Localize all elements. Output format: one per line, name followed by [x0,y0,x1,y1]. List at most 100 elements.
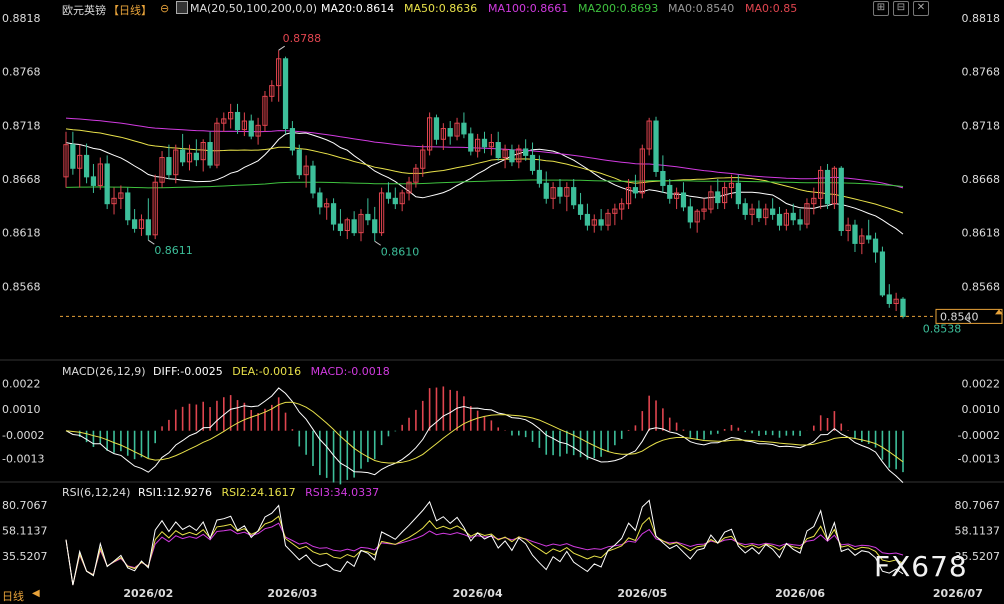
candle-body [282,58,289,130]
candle-body [660,170,666,186]
price-axis-tick: 0.8568 [962,280,1001,293]
candle-body [571,187,577,206]
rsi1-line [65,499,904,586]
ma0b-value: MA0:0.85 [745,2,798,15]
rsi3-line [65,522,904,586]
price-axis-tick: 0.8668 [962,173,1001,186]
candle-body [468,133,474,152]
macd-axis-tick: -0.0002 [2,429,44,442]
candle-body [310,165,316,194]
panel-add-icon[interactable]: ⊞ [873,1,889,16]
panel-remove-icon[interactable]: ⊟ [893,1,909,16]
candle-body [180,149,186,163]
rsi-axis-tick: 80.7067 [2,499,48,512]
candle-body [317,192,323,208]
rsi-panel [65,499,904,586]
rsi-axis-tick: 35.5207 [2,550,48,563]
macd-value: MACD:-0.0018 [310,365,390,378]
price-annotation: 0.8610 [381,245,420,258]
macd-axis-tick: 0.0022 [962,377,1001,390]
axis-labels: 0.8818 0.88180.8768 0.87680.8718 0.87180.86… [2,12,1000,600]
macd-axis-tick: -0.0002 [958,429,1000,442]
candle-body [687,206,693,223]
date-axis-tick: 2026/02 [123,587,173,600]
price-axis-tick: 0.8768 [962,66,1001,79]
price-axis-tick: 0.8718 [2,119,41,132]
candle-body [296,149,302,176]
ma-settings-icon[interactable] [176,1,188,14]
price-annotation: 0.8538 [923,323,962,336]
macd-diff: DIFF:-0.0025 [153,365,223,378]
candle-body [742,203,748,215]
candle-body [529,154,536,171]
candle-body [90,176,97,186]
candle-body [131,219,138,229]
ma0a-value: MA0:0.8540 [668,2,735,15]
candle-body [433,117,440,140]
candle-body [83,154,90,178]
candle-body [680,192,687,208]
rsi2-value: RSI2:24.1617 [221,486,296,499]
candle-body [536,169,543,184]
indicator-header: 欧元英镑 【日线】 ⊖ MA(20,50,100,200,0,0) MA20:0… [0,0,1004,18]
macd-diff-line [65,387,904,483]
candle-body [207,142,213,166]
candle-body [447,128,453,137]
price-axis-tick: 0.8668 [2,173,41,186]
candle-body [543,182,549,199]
candle-body [351,219,357,234]
candle-body [166,157,172,176]
candle-body [365,213,371,221]
price-axis-tick: 0.8568 [2,280,41,293]
candle-body [852,224,858,244]
candle-body [824,169,831,205]
candle-body [776,213,783,226]
period-label[interactable]: 【日线】 [108,2,152,18]
candle-body [234,111,241,131]
ma100-value: MA100:0.8661 [488,2,569,15]
candle-body [392,197,398,205]
footer-arrow-icon[interactable]: ◀ [32,588,40,599]
date-axis-tick: 2026/06 [775,587,825,600]
candle-body [193,152,199,161]
candle-body [715,191,721,204]
candle-body [289,128,296,151]
ma50-value: MA50:0.8636 [404,2,478,15]
candle-body [735,182,741,205]
rsi3-value: RSI3:34.0337 [305,486,380,499]
price-annotation: 0.8788 [283,32,322,45]
candle-body [632,187,639,194]
macd-header: MACD(26,12,9) DIFF:-0.0025 DEA:-0.0016 M… [62,365,390,378]
watermark-logo: FX678 [874,550,968,583]
candle-body [70,144,76,169]
symbol-label: 欧元英镑 [62,4,106,17]
candle-body [495,142,501,159]
macd-dea-line [65,401,904,464]
ma20-value: MA20:0.8614 [321,2,395,15]
period-footer-label[interactable]: 日线 [2,588,24,604]
macd-axis-tick: -0.0013 [2,453,44,466]
candle-body [584,213,591,226]
candle-body [866,235,872,240]
panel-close-icon[interactable]: ✕ [913,1,929,16]
price-axis-tick: 0.8718 [962,119,1001,132]
date-axis-tick: 2026/05 [617,587,667,600]
ma200-value: MA200:0.8693 [578,2,659,15]
candle-body [461,122,467,135]
settings-icon[interactable]: ⊖ [160,2,169,15]
rsi-axis-tick: 80.7067 [955,499,1001,512]
chart-canvas: 0.8818 0.88180.8768 0.87680.8718 0.87180.86… [0,12,1004,600]
candle-body [330,203,337,225]
candle-body [104,163,110,205]
rsi-axis-tick: 58.1137 [955,524,1001,537]
candle-body [790,212,796,221]
candle-body [598,219,604,226]
candle-body [523,148,529,156]
candle-body [879,251,886,296]
candle-body [145,219,151,236]
candle-body [838,167,844,232]
candle-body [756,208,762,219]
candle-body [248,120,254,137]
macd-dea: DEA:-0.0016 [232,365,302,378]
candle-body [653,120,659,172]
